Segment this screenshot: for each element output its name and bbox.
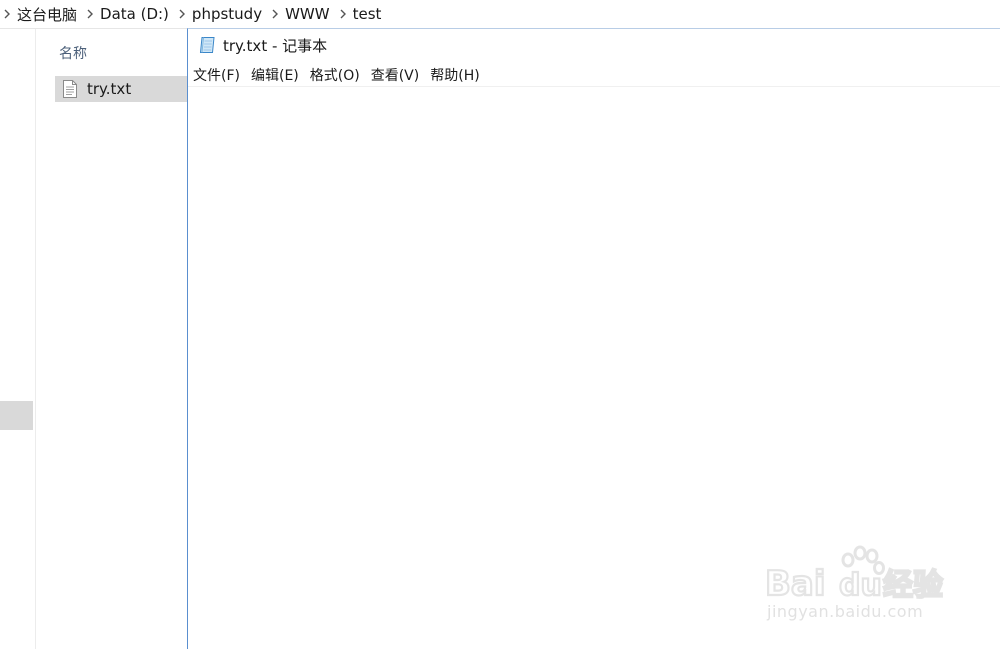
navigation-pane[interactable] <box>0 29 36 649</box>
menu-help[interactable]: 帮助(H) <box>430 65 479 85</box>
watermark-url: jingyan.baidu.com <box>767 602 924 621</box>
breadcrumb-test[interactable]: test <box>353 5 382 23</box>
text-file-icon <box>63 80 77 98</box>
file-list: 名称 try.txt <box>36 29 188 649</box>
chevron-right-icon[interactable] <box>175 7 189 21</box>
chevron-right-icon[interactable] <box>0 7 14 21</box>
menu-edit[interactable]: 编辑(E) <box>251 65 299 85</box>
file-name: try.txt <box>87 80 132 98</box>
menu-bar: 文件(F) 编辑(E) 格式(O) 查看(V) 帮助(H) <box>188 63 1000 87</box>
breadcrumb-www[interactable]: WWW <box>285 5 330 23</box>
column-header-name[interactable]: 名称 <box>59 43 87 63</box>
nav-selected-item[interactable] <box>0 401 33 430</box>
notepad-titlebar[interactable]: try.txt - 记事本 <box>188 29 1000 61</box>
menu-file[interactable]: 文件(F) <box>193 65 240 85</box>
breadcrumb-phpstudy[interactable]: phpstudy <box>192 5 262 23</box>
chevron-right-icon[interactable] <box>336 7 350 21</box>
menu-view[interactable]: 查看(V) <box>371 65 420 85</box>
menu-format[interactable]: 格式(O) <box>310 65 360 85</box>
baidu-logo-icon: Bai du 经验 <box>765 545 944 602</box>
breadcrumb-this-pc[interactable]: 这台电脑 <box>17 4 77 25</box>
notepad-icon <box>199 37 215 53</box>
baidu-jingyan-watermark: Bai du 经验 jingyan.baidu.com <box>765 540 965 630</box>
window-title: try.txt - 记事本 <box>223 36 328 55</box>
file-item[interactable]: try.txt <box>55 76 188 102</box>
svg-text:du: du <box>839 568 882 602</box>
svg-text:经验: 经验 <box>883 568 943 602</box>
breadcrumb-data-drive[interactable]: Data (D:) <box>100 5 169 23</box>
svg-text:Bai: Bai <box>765 564 826 602</box>
breadcrumb: 这台电脑 Data (D:) phpstudy WWW test <box>0 0 1000 29</box>
chevron-right-icon[interactable] <box>268 7 282 21</box>
chevron-right-icon[interactable] <box>83 7 97 21</box>
